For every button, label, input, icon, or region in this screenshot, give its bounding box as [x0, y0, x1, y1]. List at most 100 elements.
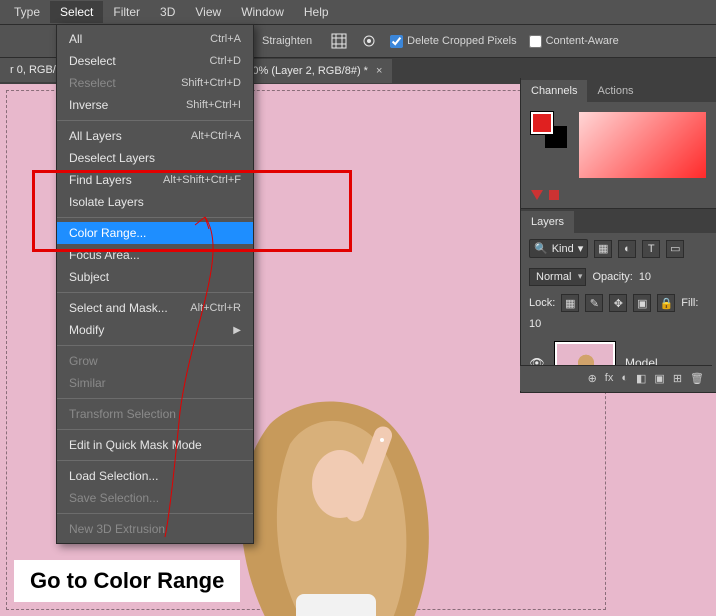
delete-cropped-checkbox[interactable]: Delete Cropped Pixels	[390, 35, 516, 48]
fill-label: Fill:	[681, 297, 698, 309]
menu-item-label: Deselect Layers	[69, 151, 155, 165]
tab-layers[interactable]: Layers	[521, 211, 574, 233]
menu-item-edit-in-quick-mask-mode[interactable]: Edit in Quick Mask Mode	[57, 434, 253, 456]
lock-transparency-icon[interactable]: ▦	[561, 294, 579, 312]
filter-pixel-icon[interactable]: ▦	[594, 240, 612, 258]
delete-cropped-label: Delete Cropped Pixels	[407, 35, 516, 47]
filter-adjustment-icon[interactable]: ◐	[618, 240, 636, 258]
menu-help[interactable]: Help	[294, 1, 339, 23]
menu-item-shortcut: Alt+Ctrl+A	[191, 130, 241, 142]
opacity-label: Opacity:	[592, 271, 632, 283]
menu-item-find-layers[interactable]: Find Layers Alt+Shift+Ctrl+F	[57, 169, 253, 191]
menu-window[interactable]: Window	[231, 1, 294, 23]
right-panel: ChannelsActions Layers 🔍 Kind ▾ ▦ ◐ T	[520, 78, 716, 393]
lock-all-icon[interactable]: 🔒	[657, 294, 675, 312]
menu-item-label: Color Range...	[69, 226, 146, 240]
new-layer-icon[interactable]: ⊞	[673, 372, 682, 385]
foreground-background-swatch[interactable]	[531, 112, 567, 148]
filter-type-icon[interactable]: T	[642, 240, 660, 258]
menu-item-transform-selection: Transform Selection	[57, 403, 253, 425]
group-icon[interactable]: ▣	[654, 372, 664, 385]
warning-icon	[531, 190, 543, 200]
grid-overlay-icon[interactable]	[330, 32, 348, 50]
lock-label: Lock:	[529, 297, 555, 309]
menu-item-label: Inverse	[69, 98, 108, 112]
menu-item-deselect-layers[interactable]: Deselect Layers	[57, 147, 253, 169]
menu-item-focus-area[interactable]: Focus Area...	[57, 244, 253, 266]
foreground-color-swatch[interactable]	[531, 112, 553, 134]
chevron-down-icon: ▾	[578, 242, 584, 255]
menu-item-shortcut: Shift+Ctrl+I	[186, 99, 241, 111]
content-aware-label: Content-Aware	[546, 35, 619, 47]
menu-item-label: Edit in Quick Mask Mode	[69, 438, 202, 452]
menu-item-label: Focus Area...	[69, 248, 140, 262]
menu-item-save-selection: Save Selection...	[57, 487, 253, 509]
panel-tabs-top: ChannelsActions	[521, 78, 716, 102]
adjustment-icon[interactable]: ◧	[636, 372, 646, 385]
menu-item-shortcut: Ctrl+A	[210, 33, 241, 45]
menu-bar: TypeSelectFilter3DViewWindowHelp	[0, 0, 716, 24]
menu-item-deselect[interactable]: Deselect Ctrl+D	[57, 50, 253, 72]
menu-item-grow: Grow	[57, 350, 253, 372]
menu-item-label: Reselect	[69, 76, 116, 90]
menu-view[interactable]: View	[185, 1, 231, 23]
menu-item-modify[interactable]: Modify ▶	[57, 319, 253, 341]
menu-item-similar: Similar	[57, 372, 253, 394]
content-aware-checkbox[interactable]: Content-Aware	[529, 35, 619, 48]
menu-item-new-3d-extrusion: New 3D Extrusion	[57, 518, 253, 540]
lock-position-icon[interactable]: ✥	[609, 294, 627, 312]
close-icon[interactable]: ×	[376, 65, 382, 77]
color-preview-swatch	[549, 190, 559, 200]
menu-item-shortcut: Alt+Ctrl+R	[190, 302, 241, 314]
opacity-value[interactable]: 10	[639, 271, 651, 283]
tab-actions[interactable]: Actions	[587, 80, 643, 102]
menu-type[interactable]: Type	[4, 1, 50, 23]
menu-item-subject[interactable]: Subject	[57, 266, 253, 288]
fx-icon[interactable]: fx	[605, 372, 614, 385]
trash-icon[interactable]: 🗑	[690, 372, 704, 385]
mask-icon[interactable]: ◐	[621, 372, 628, 385]
lock-artboard-icon[interactable]: ▣	[633, 294, 651, 312]
menu-item-label: Load Selection...	[69, 469, 158, 483]
menu-select[interactable]: Select	[50, 1, 103, 23]
search-icon: 🔍	[534, 242, 548, 255]
menu-item-load-selection[interactable]: Load Selection...	[57, 465, 253, 487]
straighten-button[interactable]: Straighten	[256, 33, 318, 49]
menu-3d[interactable]: 3D	[150, 1, 185, 23]
menu-item-shortcut: Shift+Ctrl+D	[181, 77, 241, 89]
color-spectrum[interactable]	[579, 112, 706, 178]
menu-item-select-and-mask[interactable]: Select and Mask... Alt+Ctrl+R	[57, 297, 253, 319]
menu-item-label: All	[69, 32, 82, 46]
fill-value[interactable]: 10	[529, 318, 541, 330]
layer-filter-kind[interactable]: 🔍 Kind ▾	[529, 239, 588, 258]
menu-item-label: Save Selection...	[69, 491, 159, 505]
menu-item-label: Select and Mask...	[69, 301, 168, 315]
menu-item-all-layers[interactable]: All LayersAlt+Ctrl+A	[57, 125, 253, 147]
menu-item-label: New 3D Extrusion	[69, 522, 165, 536]
menu-item-label: Similar	[69, 376, 106, 390]
tutorial-caption: Go to Color Range	[14, 560, 240, 602]
menu-item-all[interactable]: All Ctrl+A	[57, 28, 253, 50]
menu-item-isolate-layers[interactable]: Isolate Layers	[57, 191, 253, 213]
menu-item-shortcut: Alt+Shift+Ctrl+F	[163, 174, 241, 186]
menu-item-reselect: Reselect Shift+Ctrl+D	[57, 72, 253, 94]
menu-item-label: Transform Selection	[69, 407, 176, 421]
menu-item-label: Grow	[69, 354, 98, 368]
menu-item-label: Find Layers	[69, 173, 132, 187]
lock-image-icon[interactable]: ✎	[585, 294, 603, 312]
filter-shape-icon[interactable]: ▭	[666, 240, 684, 258]
layers-footer: ⊕ fx ◐ ◧ ▣ ⊞ 🗑	[520, 365, 712, 391]
menu-item-color-range[interactable]: Color Range...	[57, 222, 253, 244]
blend-mode-select[interactable]: Normal	[529, 268, 586, 286]
tab-channels[interactable]: Channels	[521, 80, 587, 102]
menu-item-label: Deselect	[69, 54, 116, 68]
link-layers-icon[interactable]: ⊕	[588, 372, 597, 385]
menu-filter[interactable]: Filter	[103, 1, 150, 23]
menu-item-inverse[interactable]: Inverse Shift+Ctrl+I	[57, 94, 253, 116]
submenu-arrow-icon: ▶	[233, 325, 241, 336]
layer-filter-kind-label: Kind	[552, 243, 574, 255]
select-menu-dropdown: All Ctrl+A Deselect Ctrl+D Reselect Shift+Ctr…	[56, 24, 254, 544]
menu-item-label: Modify	[69, 323, 104, 337]
menu-item-shortcut: Ctrl+D	[210, 55, 241, 67]
settings-icon[interactable]	[360, 32, 378, 50]
